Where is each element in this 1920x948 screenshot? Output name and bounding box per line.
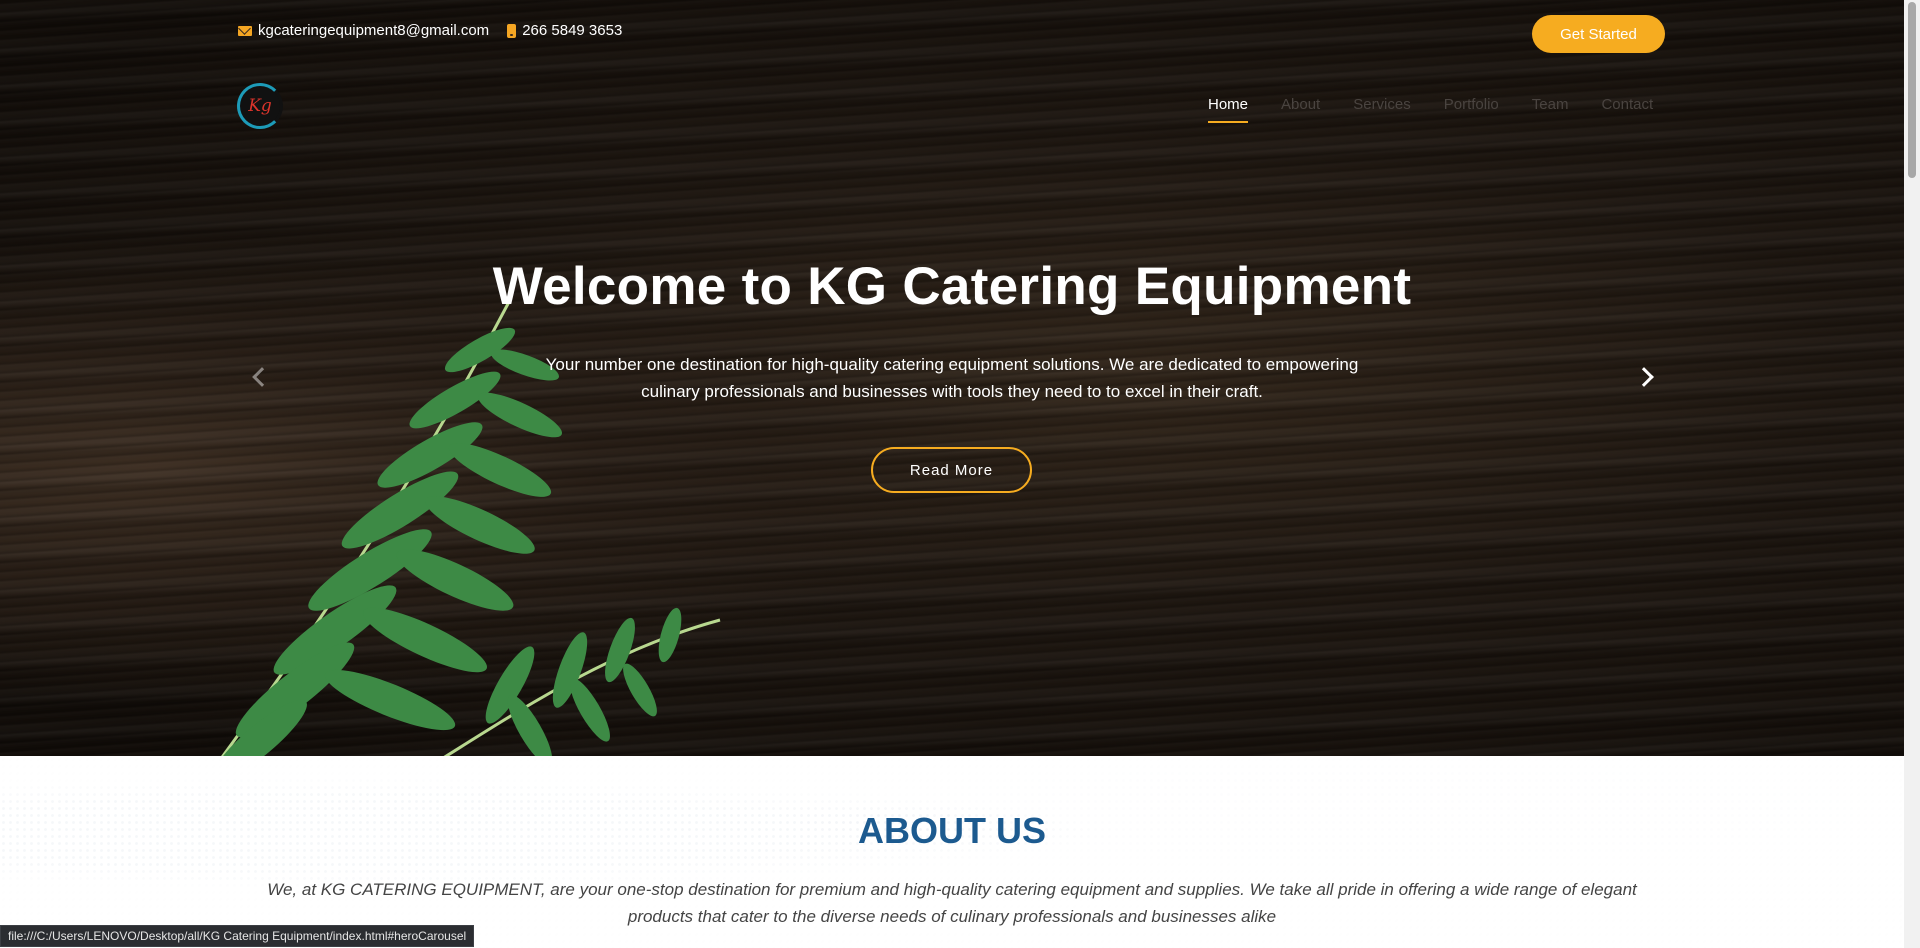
page-scrollbar[interactable] [1904,0,1920,948]
nav-item-team[interactable]: Team [1532,96,1569,123]
carousel-prev-button[interactable] [247,362,277,392]
nav-item-portfolio[interactable]: Portfolio [1444,96,1499,123]
hero-carousel: kgcateringequipment8@gmail.com 266 5849 … [0,0,1904,756]
nav-item-services[interactable]: Services [1353,96,1411,123]
phone-icon [507,23,517,38]
phone-text: 266 5849 3653 [522,22,623,39]
chevron-right-icon [1634,367,1654,387]
main-nav: Home About Services Portfolio Team Conta… [1208,96,1653,123]
logo-text: Kg [248,96,272,116]
topbar-email[interactable]: kgcateringequipment8@gmail.com [238,22,489,39]
nav-item-home[interactable]: Home [1208,96,1249,123]
scrollbar-thumb[interactable] [1908,2,1916,178]
page: kgcateringequipment8@gmail.com 266 5849 … [0,0,1920,948]
carousel-next-button[interactable] [1629,362,1659,392]
get-started-button[interactable]: Get Started [1532,15,1665,53]
about-text: We, at KG CATERING EQUIPMENT, are your o… [267,880,1637,926]
nav-item-contact[interactable]: Contact [1601,96,1653,123]
topbar-phone[interactable]: 266 5849 3653 [507,22,622,39]
hero-text: Your number one destination for high-qua… [545,355,1359,401]
chevron-left-icon [252,367,272,387]
envelope-icon [238,25,252,36]
nav-item-about[interactable]: About [1281,96,1320,123]
read-more-button[interactable]: Read More [871,447,1032,493]
topbar-contact: kgcateringequipment8@gmail.com 266 5849 … [238,22,622,39]
hero-title: Welcome to KG Catering Equipment [492,257,1412,316]
about-title: ABOUT US [858,810,1046,851]
email-text: kgcateringequipment8@gmail.com [258,22,490,39]
browser-status-url: file:///C:/Users/LENOVO/Desktop/all/KG C… [0,925,475,947]
site-logo[interactable]: Kg [237,83,283,129]
